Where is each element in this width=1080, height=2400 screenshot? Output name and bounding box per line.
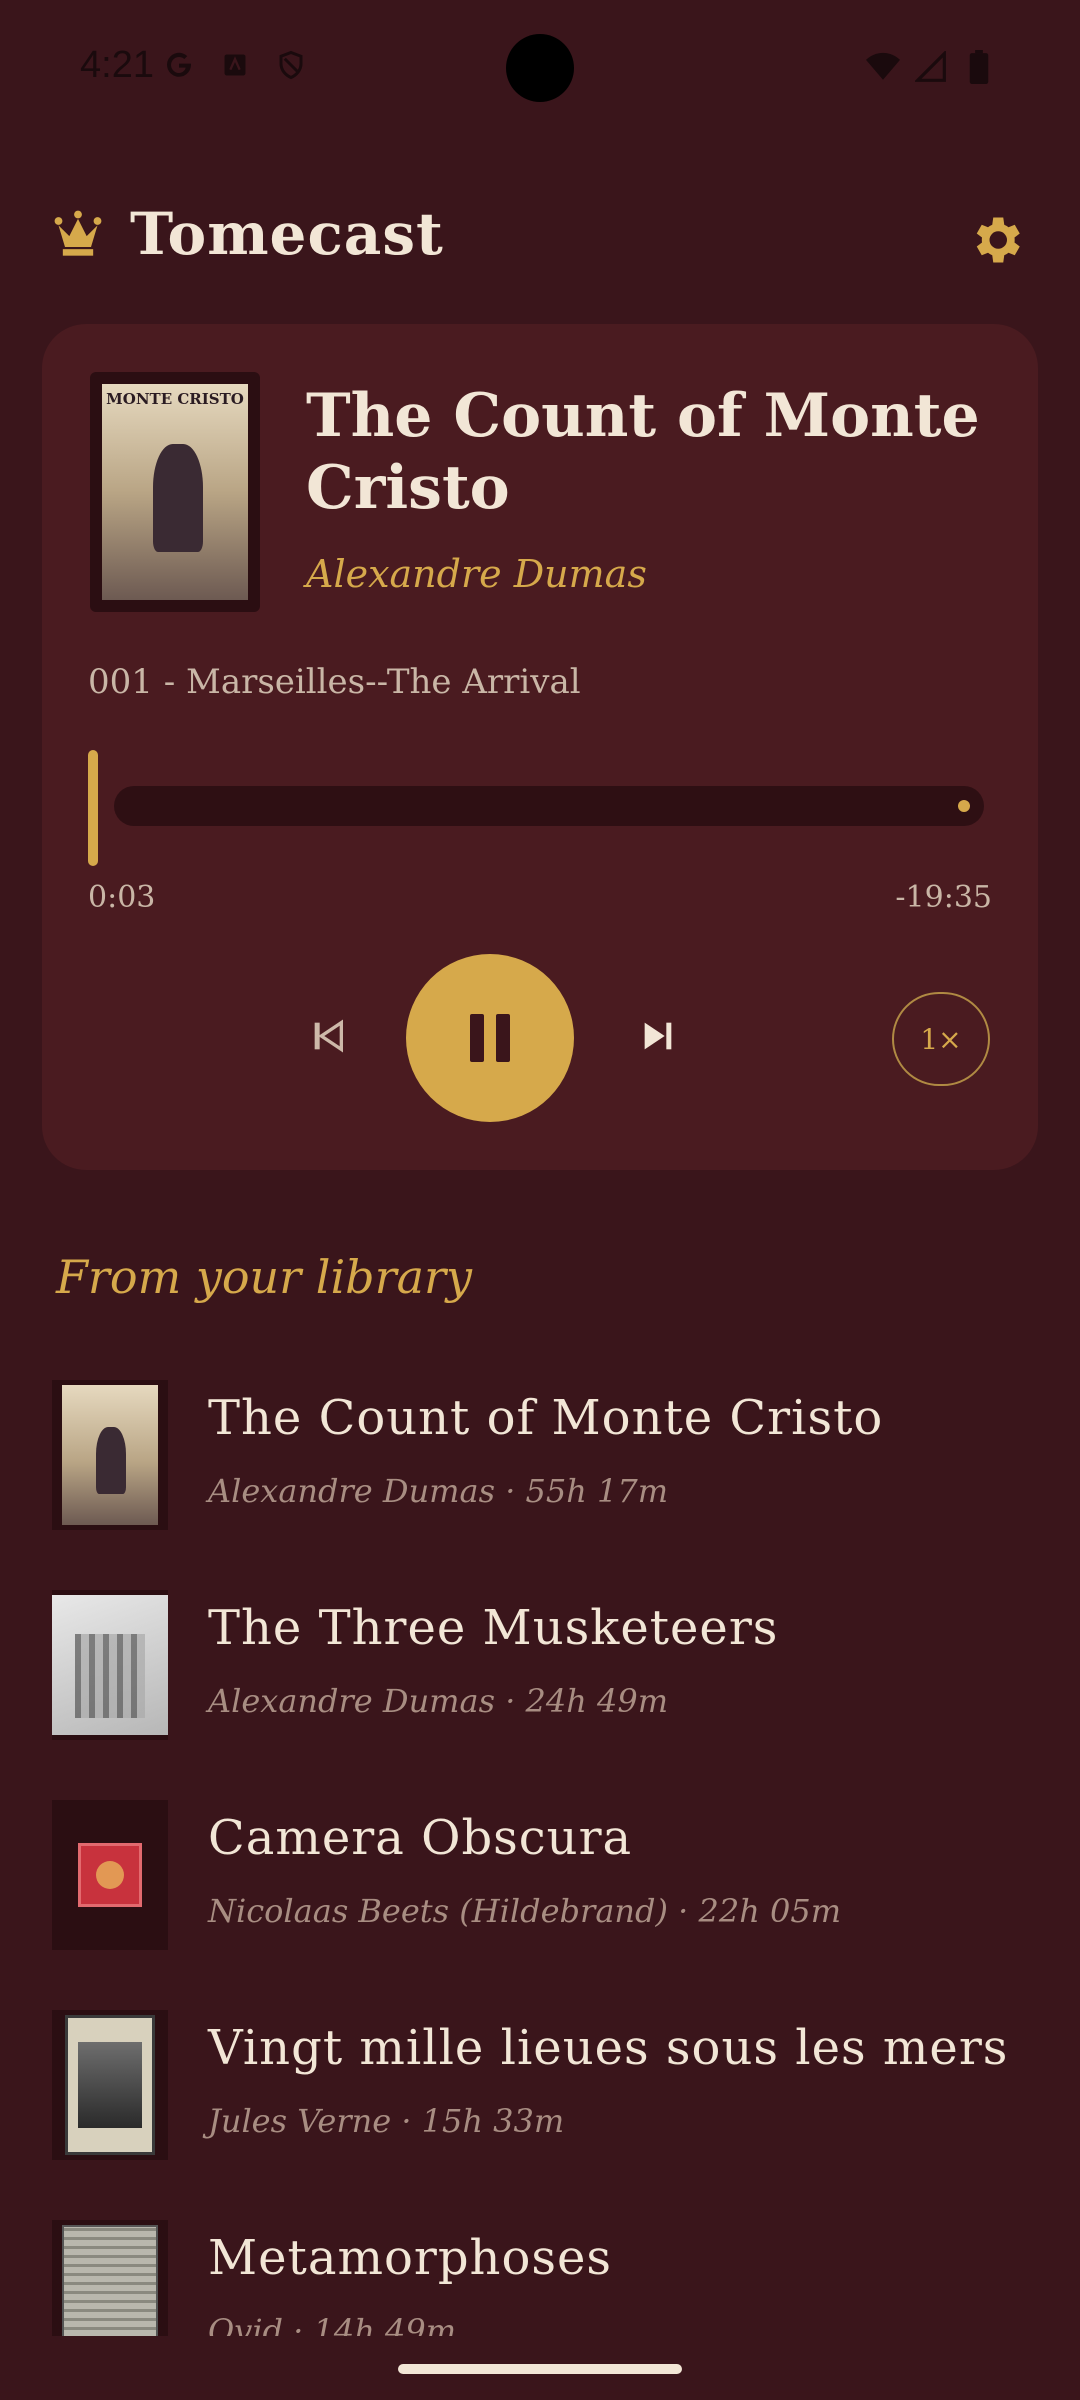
book-meta: Ovid · 14h 49m [208,2312,457,2336]
skip-previous-icon [314,1019,343,1053]
book-title: The Count of Monte Cristo [208,1390,884,1446]
book-cover [52,1380,168,1530]
now-playing-card: MONTE CRISTO The Count of Monte Cristo A… [42,324,1038,1170]
bug-icon [218,48,252,82]
now-playing-cover: MONTE CRISTO [90,372,260,612]
status-bar: 4:21 [0,0,1080,140]
book-cover [52,2220,168,2336]
wifi-icon [866,50,900,84]
seek-thumb[interactable] [88,750,98,866]
time-elapsed: 0:03 [88,880,156,915]
skip-next-icon [644,1022,672,1050]
book-cover [52,1590,168,1740]
book-title: Vingt mille lieues sous les mers [208,2020,1009,2076]
playback-speed-button[interactable]: 1× [892,992,990,1086]
skip-next-button[interactable] [628,1006,688,1066]
list-item[interactable]: The Three Musketeers Alexandre Dumas · 2… [0,1540,1080,1750]
list-item[interactable]: Camera Obscura Nicolaas Beets (Hildebran… [0,1750,1080,1960]
book-cover [52,2010,168,2160]
book-title: Metamorphoses [208,2230,613,2286]
google-icon [162,48,196,82]
seek-end-dot [958,800,970,812]
cover-title-text: MONTE CRISTO [106,390,244,408]
pause-button[interactable] [406,954,574,1122]
list-item[interactable]: The Count of Monte Cristo Alexandre Duma… [0,1330,1080,1540]
book-meta: Alexandre Dumas · 55h 17m [208,1472,669,1510]
battery-icon [962,50,996,84]
seek-bar[interactable] [88,750,992,870]
crown-icon [52,208,104,260]
book-meta: Nicolaas Beets (Hildebrand) · 22h 05m [208,1892,842,1930]
signal-icon [914,50,948,84]
list-item[interactable]: Vingt mille lieues sous les mers Jules V… [0,1960,1080,2170]
book-meta: Alexandre Dumas · 24h 49m [208,1682,669,1720]
book-meta: Jules Verne · 15h 33m [208,2102,565,2140]
now-playing-author: Alexandre Dumas [306,552,647,596]
shield-icon [274,48,308,82]
time-remaining: -19:35 [895,880,992,915]
app-title: Tomecast [130,200,444,268]
skip-previous-button[interactable] [298,1006,358,1066]
status-icons-right [866,50,996,84]
now-playing-chapter: 001 - Marseilles--The Arrival [88,662,581,702]
book-title: Camera Obscura [208,1810,633,1866]
book-cover [52,1800,168,1950]
library-section-title: From your library [56,1250,473,1304]
library-list[interactable]: The Count of Monte Cristo Alexandre Duma… [0,1330,1080,2336]
book-title: The Three Musketeers [208,1600,779,1656]
status-icons-left [162,48,308,82]
list-item[interactable]: Metamorphoses Ovid · 14h 49m [0,2170,1080,2336]
home-indicator[interactable] [398,2364,682,2374]
now-playing-title: The Count of Monte Cristo [306,381,980,523]
front-camera [506,34,574,102]
pause-icon [470,1014,510,1062]
gear-icon[interactable] [966,210,1026,270]
app-bar: Tomecast [0,190,1080,290]
status-time: 4:21 [80,44,154,86]
seek-track[interactable] [114,786,984,826]
